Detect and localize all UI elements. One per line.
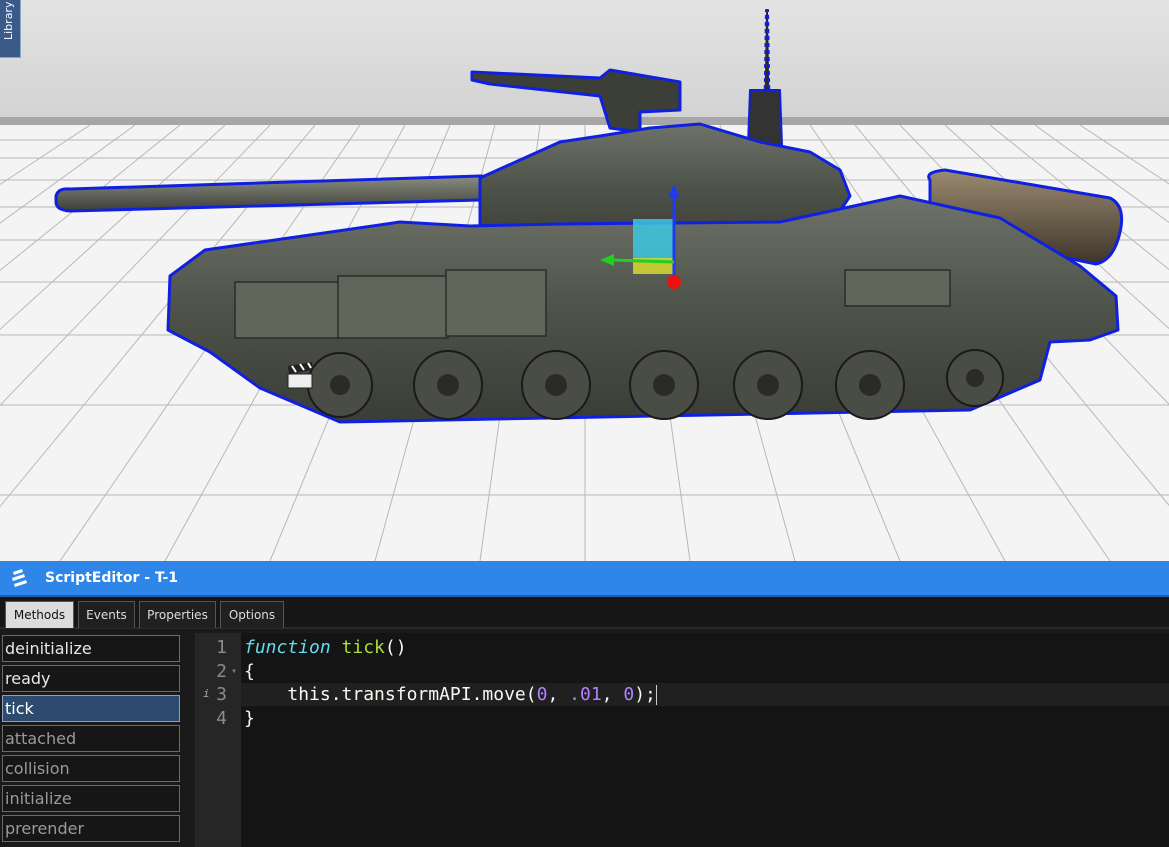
line-number-gutter: 1 2 ▾ i 3 4 [195, 633, 241, 847]
library-tab-label: Library [2, 1, 15, 40]
tab-events[interactable]: Events [78, 601, 135, 628]
sky-background [0, 0, 1169, 125]
editor-tabs: Methods Events Properties Options [0, 597, 1169, 629]
method-item-initialize[interactable]: initialize [2, 785, 180, 812]
editor-title-bar[interactable]: ScriptEditor - T-1 [0, 561, 1169, 597]
scene-canvas[interactable] [0, 0, 1169, 561]
gizmo-axis-x [611, 258, 675, 264]
code-editor[interactable]: 1 2 ▾ i 3 4 function tick() { this.trans… [195, 633, 1169, 847]
clapperboard-icon [287, 362, 313, 389]
method-item-prerender[interactable]: prerender [2, 815, 180, 842]
method-item-deinitialize[interactable]: deinitialize [2, 635, 180, 662]
method-item-tick[interactable]: tick [2, 695, 180, 722]
editor-title: ScriptEditor - T-1 [45, 570, 178, 586]
function-name: tick [341, 637, 385, 658]
method-item-attached[interactable]: attached [2, 725, 180, 752]
script-editor-icon [12, 569, 27, 587]
function-params: () [384, 637, 407, 658]
antenna-mount [747, 89, 783, 146]
text-cursor [655, 685, 657, 705]
tab-properties[interactable]: Properties [139, 601, 216, 628]
code-line-2: { [244, 661, 255, 682]
arg-x: 0 [536, 684, 548, 705]
script-editor-panel: ScriptEditor - T-1 Methods Events Proper… [0, 561, 1169, 847]
method-item-ready[interactable]: ready [2, 665, 180, 692]
code-line-3: this.transformAPI.move(0, .01, 0); [244, 684, 657, 705]
call-suffix: ); [634, 684, 656, 705]
methods-list: deinitialize ready tick attached collisi… [0, 633, 184, 847]
code-line-4: } [244, 708, 255, 729]
arg-separator: , [601, 684, 624, 705]
gizmo-plane-yz [633, 219, 674, 259]
arg-z: 0 [623, 684, 635, 705]
tab-options[interactable]: Options [220, 601, 284, 628]
3d-viewport[interactable]: Library [0, 0, 1169, 561]
library-tab[interactable]: Library [0, 0, 21, 58]
fold-arrow-icon[interactable]: ▾ [231, 666, 237, 677]
arg-y: .01 [569, 684, 602, 705]
arg-separator: , [547, 684, 570, 705]
call-prefix: this.transformAPI.move( [287, 684, 537, 705]
tab-methods[interactable]: Methods [5, 601, 74, 628]
method-item-collision[interactable]: collision [2, 755, 180, 782]
line-number: 4 [216, 708, 227, 729]
code-line-1: function tick() [244, 637, 407, 658]
info-icon: i [203, 687, 210, 700]
line-number: 1 [216, 637, 227, 658]
line-number: 3 [216, 684, 227, 705]
gizmo-origin [667, 275, 681, 289]
line-number: 2 [216, 661, 227, 682]
keyword-function: function [244, 637, 331, 658]
